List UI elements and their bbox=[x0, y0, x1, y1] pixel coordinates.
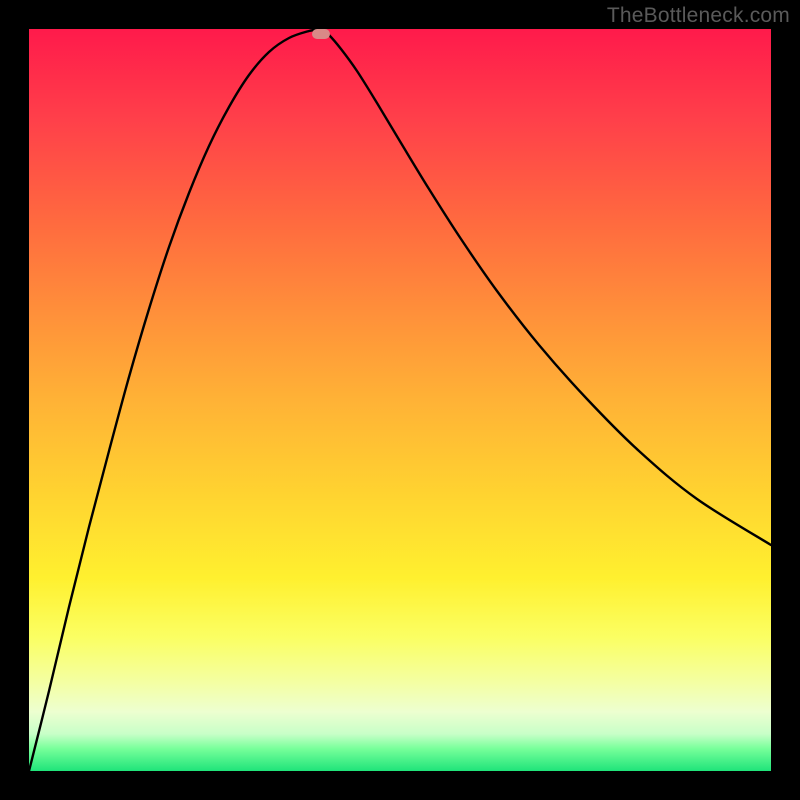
curve-right-branch bbox=[321, 29, 771, 545]
watermark-text: TheBottleneck.com bbox=[607, 4, 790, 28]
curve-left-branch bbox=[29, 29, 321, 771]
plot-frame bbox=[29, 29, 771, 771]
minimum-marker bbox=[312, 29, 330, 39]
bottleneck-curve bbox=[29, 29, 771, 771]
